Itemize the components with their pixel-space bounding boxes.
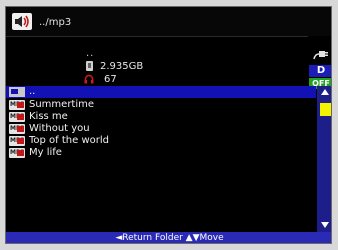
mp3-file-icon: MP3: [9, 100, 25, 110]
scroll-thumb[interactable]: [320, 103, 331, 116]
headphone-icon: [84, 74, 94, 84]
mp3-file-icon: MP3: [9, 148, 25, 158]
folder-up-icon: [9, 87, 25, 97]
memory-card-icon: [86, 61, 93, 71]
list-item-parent-folder[interactable]: ..: [6, 86, 316, 98]
divider: [6, 36, 308, 37]
file-list: .. MP3 Summertime MP3 Kiss me MP3 Withou…: [6, 86, 316, 232]
parent-dots: ..: [86, 48, 95, 59]
scroll-down-arrow-icon[interactable]: [321, 222, 329, 228]
scroll-up-arrow-icon[interactable]: [321, 89, 329, 95]
file-list-area: .. MP3 Summertime MP3 Kiss me MP3 Withou…: [6, 86, 331, 232]
list-item-label: My life: [29, 147, 62, 158]
list-item[interactable]: MP3 Summertime: [6, 99, 316, 111]
list-item-label: Summertime: [29, 99, 95, 110]
list-item[interactable]: MP3 Kiss me: [6, 111, 316, 123]
volume-value: 67: [104, 74, 117, 85]
list-item[interactable]: MP3 Top of the world: [6, 135, 316, 147]
current-path: ../mp3: [39, 17, 72, 28]
list-item-label: Kiss me: [29, 111, 68, 122]
speaker-icon: [12, 13, 32, 30]
scrollbar[interactable]: [317, 86, 331, 232]
header-bar: ../mp3: [6, 7, 331, 36]
footer-hint: ◄Return Folder ▲▼Move: [6, 232, 331, 243]
list-item-label: Without you: [29, 123, 90, 134]
status-panel: .. 2.935GB 67 D OFF: [6, 36, 331, 89]
list-item-label: Top of the world: [29, 135, 109, 146]
list-item[interactable]: MP3 Without you: [6, 123, 316, 135]
list-item[interactable]: MP3 My life: [6, 147, 316, 159]
player-screen: ../mp3 .. 2.935GB 67 D OFF .. MP3 Summer…: [5, 6, 332, 244]
storage-free: 2.935GB: [100, 61, 144, 72]
power-plug-icon: [313, 51, 328, 60]
mp3-file-icon: MP3: [9, 136, 25, 146]
drive-badge: D: [309, 65, 331, 77]
mp3-file-icon: MP3: [9, 112, 25, 122]
list-item-label: ..: [29, 86, 36, 97]
mp3-file-icon: MP3: [9, 124, 25, 134]
